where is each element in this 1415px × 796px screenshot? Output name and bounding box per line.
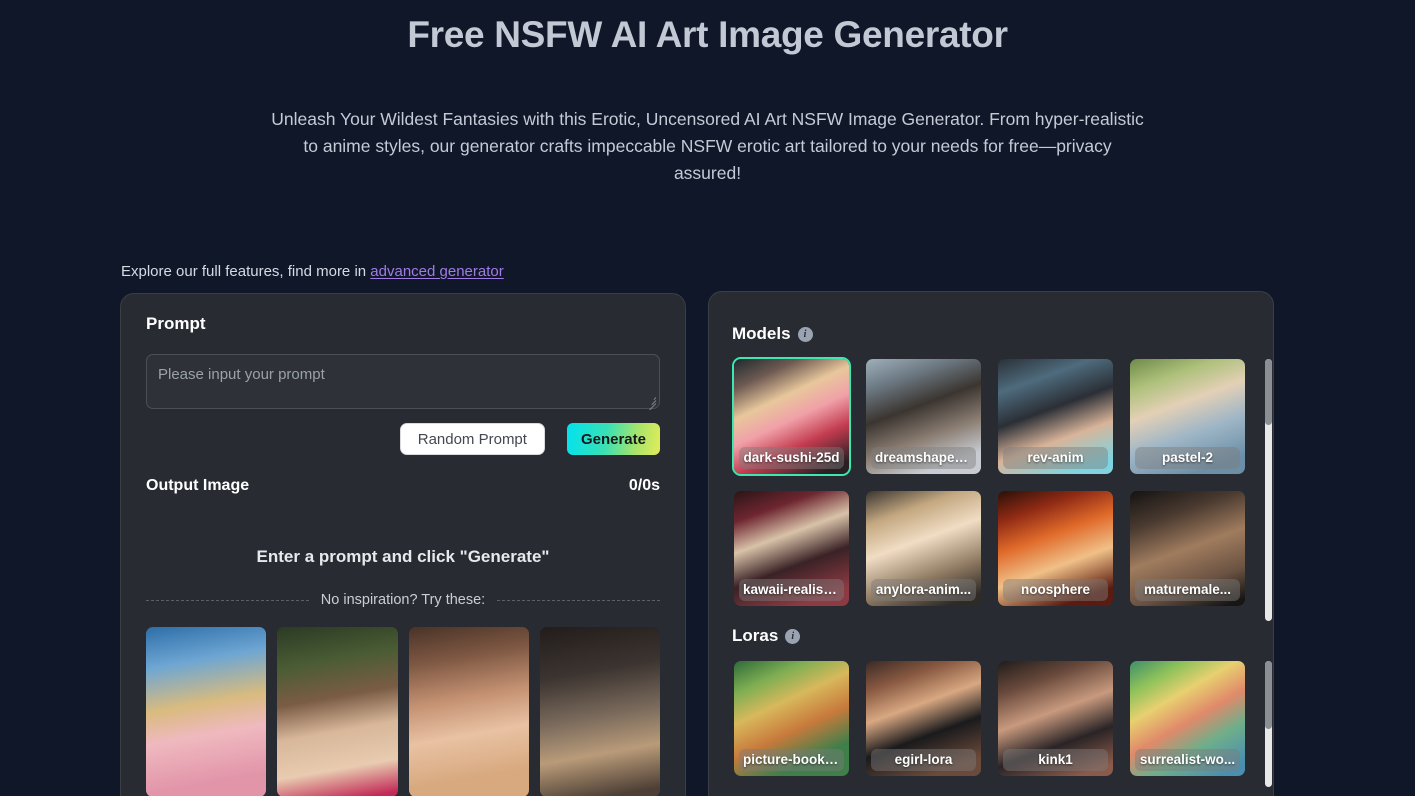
loras-heading-row: Loras i (732, 626, 1273, 646)
model-card-pastel-2[interactable]: pastel-2 (1128, 357, 1247, 476)
card-label: dreamshaper-... (871, 447, 976, 469)
prompt-action-row: Random Prompt Generate (146, 423, 660, 455)
models-grid-wrap: dark-sushi-25d dreamshaper-... rev-anim pas… (732, 357, 1272, 621)
card-label: anylora-anim... (871, 579, 976, 601)
info-icon[interactable]: i (785, 628, 801, 644)
model-card-maturemale[interactable]: maturemale... (1128, 489, 1247, 608)
prompt-panel: Prompt Please input your prompt Random P… (120, 293, 686, 796)
models-heading: Models (732, 324, 791, 343)
output-image-label: Output Image (146, 477, 250, 494)
models-scrollbar[interactable] (1265, 359, 1272, 621)
loras-scrollbar[interactable] (1265, 661, 1272, 787)
loras-scrollbar-thumb[interactable] (1265, 661, 1272, 729)
card-label: kawaii-realisti... (739, 579, 844, 601)
advanced-generator-link[interactable]: advanced generator (370, 263, 503, 280)
card-label: noosphere (1003, 579, 1108, 601)
models-scrollbar-thumb[interactable] (1265, 359, 1272, 425)
inspiration-thumb-4[interactable] (539, 627, 660, 796)
explore-features-line: Explore our full features, find more in … (121, 263, 504, 280)
page-title: Free NSFW AI Art Image Generator (407, 14, 1008, 55)
inspiration-thumb-strip (146, 627, 660, 796)
models-heading-row: Models i (732, 324, 1273, 344)
generate-button[interactable]: Generate (566, 423, 660, 455)
model-card-rev-anim[interactable]: rev-anim (996, 357, 1115, 476)
lora-card-kink1[interactable]: kink1 (996, 659, 1115, 778)
card-label: rev-anim (1003, 447, 1108, 469)
models-grid: dark-sushi-25d dreamshaper-... rev-anim pas… (732, 357, 1260, 608)
info-icon[interactable]: i (797, 326, 813, 342)
random-prompt-button[interactable]: Random Prompt (399, 423, 545, 455)
inspiration-divider: No inspiration? Try these: (146, 592, 661, 608)
model-card-dark-sushi-25d[interactable]: dark-sushi-25d (732, 357, 851, 476)
model-card-noosphere[interactable]: noosphere (996, 489, 1115, 608)
card-label: surrealist-wo... (1135, 749, 1240, 771)
card-label: kink1 (1003, 749, 1108, 771)
output-image-row: Output Image 0/0s (146, 477, 660, 495)
card-label: maturemale... (1135, 579, 1240, 601)
resize-handle-icon[interactable] (645, 395, 657, 411)
inspiration-divider-label: No inspiration? Try these: (320, 592, 486, 608)
loras-grid-wrap: picture-book-... egirl-lora kink1 surrealis… (732, 659, 1272, 787)
models-panel: Models i dark-sushi-25d dreamshaper-... re… (708, 291, 1274, 796)
loras-grid: picture-book-... egirl-lora kink1 surrealis… (732, 659, 1260, 778)
model-card-kawaii-realisti[interactable]: kawaii-realisti... (732, 489, 851, 608)
lora-card-egirl-lora[interactable]: egirl-lora (864, 659, 983, 778)
inspiration-thumb-2[interactable] (277, 627, 398, 796)
empty-state-message: Enter a prompt and click "Generate" (256, 547, 550, 566)
explore-features-text: Explore our full features, find more in (121, 263, 367, 280)
inspiration-thumb-1[interactable] (146, 627, 267, 796)
divider-line-left (146, 599, 309, 601)
card-label: dark-sushi-25d (739, 447, 844, 469)
card-label: egirl-lora (871, 749, 976, 771)
loras-heading: Loras (732, 626, 779, 645)
divider-line-right (497, 599, 661, 601)
lora-card-picture-book[interactable]: picture-book-... (732, 659, 851, 778)
output-counter: 0/0s (628, 477, 660, 494)
model-card-dreamshaper[interactable]: dreamshaper-... (864, 357, 983, 476)
card-label: pastel-2 (1135, 447, 1240, 469)
prompt-heading: Prompt (146, 314, 206, 333)
hero-section: Free NSFW AI Art Image Generator Unleash… (0, 0, 1415, 187)
page-subtitle: Unleash Your Wildest Fantasies with this… (271, 108, 1144, 183)
model-card-anylora-anim[interactable]: anylora-anim... (864, 489, 983, 608)
inspiration-thumb-3[interactable] (408, 627, 529, 796)
prompt-input-placeholder: Please input your prompt (158, 366, 325, 383)
prompt-input[interactable]: Please input your prompt (146, 354, 660, 411)
lora-card-surrealist-wo[interactable]: surrealist-wo... (1128, 659, 1247, 778)
card-label: picture-book-... (739, 749, 844, 771)
